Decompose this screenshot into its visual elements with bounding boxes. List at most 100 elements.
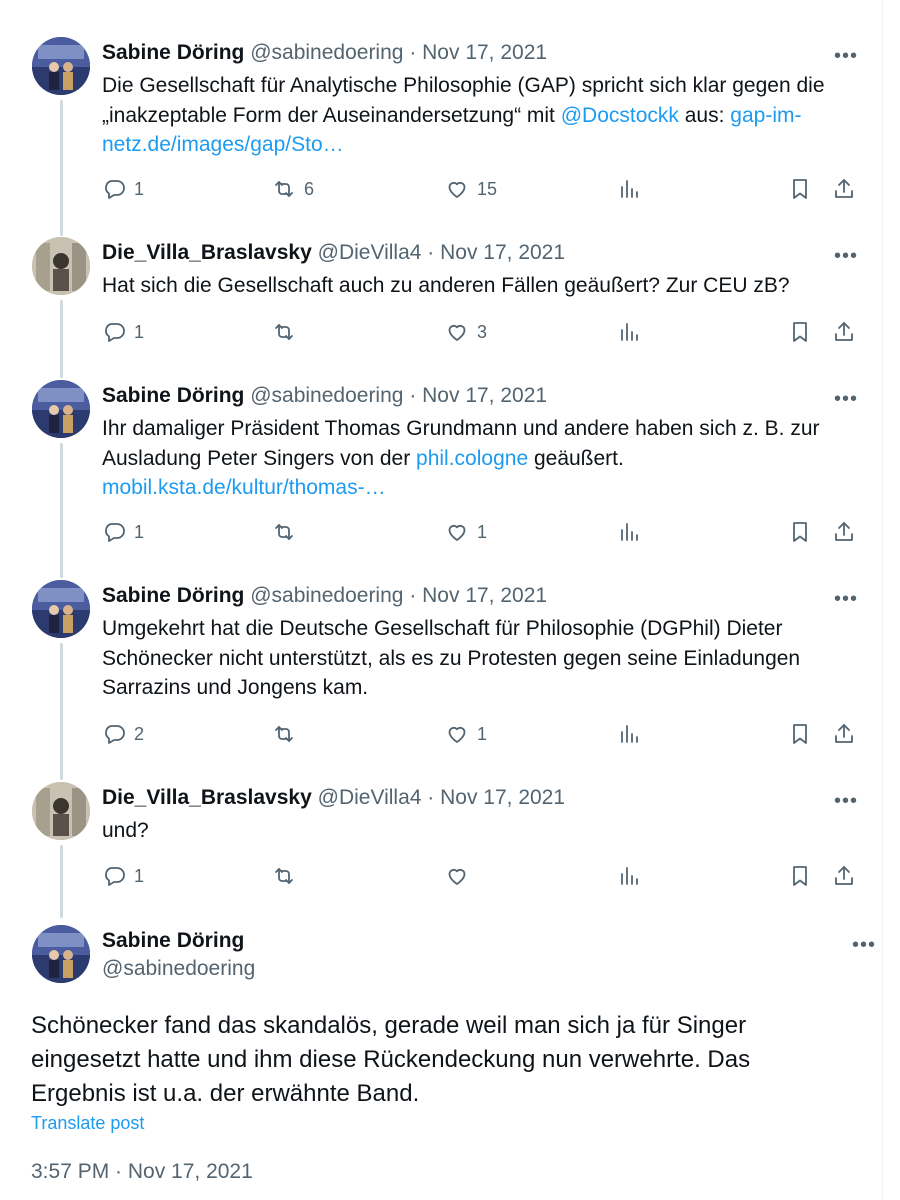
author-handle[interactable]: @sabinedoering (250, 384, 403, 407)
more-icon[interactable]: ••• (834, 246, 858, 266)
repost-button[interactable] (272, 518, 304, 546)
share-button[interactable] (832, 518, 856, 546)
tweet-text-segment: aus: (678, 103, 731, 127)
reply-tweet[interactable]: Die_Villa_Braslavsky @DieVilla4 · Nov 17… (0, 237, 882, 348)
tweet-actions: 13 (102, 318, 862, 346)
avatar[interactable] (32, 580, 90, 638)
views-button[interactable] (617, 175, 641, 203)
tweet-date[interactable]: · Nov 17, 2021 (427, 786, 565, 809)
author-name[interactable]: Die_Villa_Braslavsky (102, 241, 312, 264)
tweet-link[interactable]: phil.cologne (416, 447, 528, 470)
likes-count: 1 (477, 521, 488, 542)
repost-button[interactable] (272, 318, 304, 346)
share-button[interactable] (832, 862, 856, 890)
reply-tweet[interactable]: Sabine Döring @sabinedoering · Nov 17, 2… (0, 37, 882, 205)
share-button[interactable] (832, 175, 856, 203)
tweet-link[interactable]: @Docstockk (561, 104, 679, 127)
tweet-text: Hat sich die Gesellschaft auch zu andere… (102, 271, 862, 301)
share-icon (832, 722, 856, 746)
replies-count: 2 (134, 723, 145, 744)
more-icon[interactable]: ••• (834, 46, 858, 66)
share-button[interactable] (832, 720, 856, 748)
like-button[interactable] (445, 862, 477, 890)
share-icon (832, 864, 856, 888)
bookmark-button[interactable] (788, 175, 812, 203)
heart-icon (445, 320, 469, 344)
avatar[interactable] (32, 37, 90, 95)
post-timestamp[interactable]: 3:57 PM · Nov 17, 2021 (31, 1160, 253, 1184)
tweet-text: Ihr damaliger Präsident Thomas Grundmann… (102, 414, 862, 503)
tweet-link[interactable]: mobil.ksta.de/kultur/thomas-… (102, 476, 386, 499)
tweet-text: Die Gesellschaft für Analytische Philoso… (102, 71, 862, 160)
timeline-border (882, 0, 883, 1200)
replies-count: 1 (134, 178, 145, 199)
repost-button[interactable]: 6 (272, 175, 314, 203)
reply-icon (102, 177, 126, 201)
views-button[interactable] (617, 862, 641, 890)
views-button[interactable] (617, 318, 641, 346)
author-name[interactable]: Sabine Döring (102, 927, 255, 955)
tweet-date[interactable]: · Nov 17, 2021 (409, 41, 547, 64)
replies-count: 1 (134, 865, 145, 886)
reposts-count: 6 (304, 178, 315, 199)
author-handle[interactable]: @sabinedoering (250, 41, 403, 64)
likes-count: 3 (477, 321, 488, 342)
bookmark-button[interactable] (788, 720, 812, 748)
reply-tweet[interactable]: Sabine Döring @sabinedoering · Nov 17, 2… (0, 380, 882, 548)
author-handle[interactable]: @DieVilla4 (318, 241, 422, 264)
tweet-date[interactable]: · Nov 17, 2021 (427, 241, 565, 264)
like-button[interactable]: 15 (445, 175, 497, 203)
replies-count: 1 (134, 321, 145, 342)
analytics-icon (617, 520, 641, 544)
translate-post-link[interactable]: Translate post (31, 1113, 144, 1134)
share-icon (832, 177, 856, 201)
tweet-date[interactable]: · Nov 17, 2021 (409, 384, 547, 407)
heart-icon (445, 864, 469, 888)
author-name[interactable]: Sabine Döring (102, 584, 244, 607)
avatar[interactable] (32, 237, 90, 295)
author-handle[interactable]: @sabinedoering (102, 955, 255, 983)
reply-tweet[interactable]: Die_Villa_Braslavsky @DieVilla4 · Nov 17… (0, 782, 882, 892)
more-icon[interactable]: ••• (852, 935, 876, 955)
avatar[interactable] (32, 925, 90, 983)
reply-button[interactable]: 1 (102, 862, 144, 890)
reply-icon (102, 520, 126, 544)
reply-button[interactable]: 1 (102, 318, 144, 346)
bookmark-button[interactable] (788, 862, 812, 890)
author-name[interactable]: Die_Villa_Braslavsky (102, 786, 312, 809)
reply-button[interactable]: 2 (102, 720, 144, 748)
repost-button[interactable] (272, 862, 304, 890)
tweet-text-segment: und? (102, 819, 149, 842)
share-icon (832, 320, 856, 344)
author-name[interactable]: Sabine Döring (102, 384, 244, 407)
views-button[interactable] (617, 518, 641, 546)
reply-button[interactable]: 1 (102, 175, 144, 203)
reply-tweet[interactable]: Sabine Döring @sabinedoering · Nov 17, 2… (0, 580, 882, 750)
like-button[interactable]: 1 (445, 720, 487, 748)
likes-count: 15 (477, 178, 498, 199)
like-button[interactable]: 3 (445, 318, 487, 346)
author-handle[interactable]: @sabinedoering (250, 584, 403, 607)
more-icon[interactable]: ••• (834, 791, 858, 811)
tweet-header: Sabine Döring @sabinedoering · Nov 17, 2… (102, 40, 547, 66)
repost-button[interactable] (272, 720, 304, 748)
reply-button[interactable]: 1 (102, 518, 144, 546)
heart-icon (445, 177, 469, 201)
like-button[interactable]: 1 (445, 518, 487, 546)
tweet-actions: 1 (102, 862, 862, 890)
bookmark-button[interactable] (788, 518, 812, 546)
repost-icon (272, 722, 296, 746)
avatar[interactable] (32, 782, 90, 840)
share-button[interactable] (832, 318, 856, 346)
views-button[interactable] (617, 720, 641, 748)
more-icon[interactable]: ••• (834, 589, 858, 609)
avatar[interactable] (32, 380, 90, 438)
bookmark-button[interactable] (788, 318, 812, 346)
tweet-date[interactable]: · Nov 17, 2021 (409, 584, 547, 607)
more-icon[interactable]: ••• (834, 389, 858, 409)
heart-icon (445, 520, 469, 544)
author-handle[interactable]: @DieVilla4 (318, 786, 422, 809)
analytics-icon (617, 177, 641, 201)
author-name[interactable]: Sabine Döring (102, 41, 244, 64)
bookmark-icon (788, 864, 812, 888)
